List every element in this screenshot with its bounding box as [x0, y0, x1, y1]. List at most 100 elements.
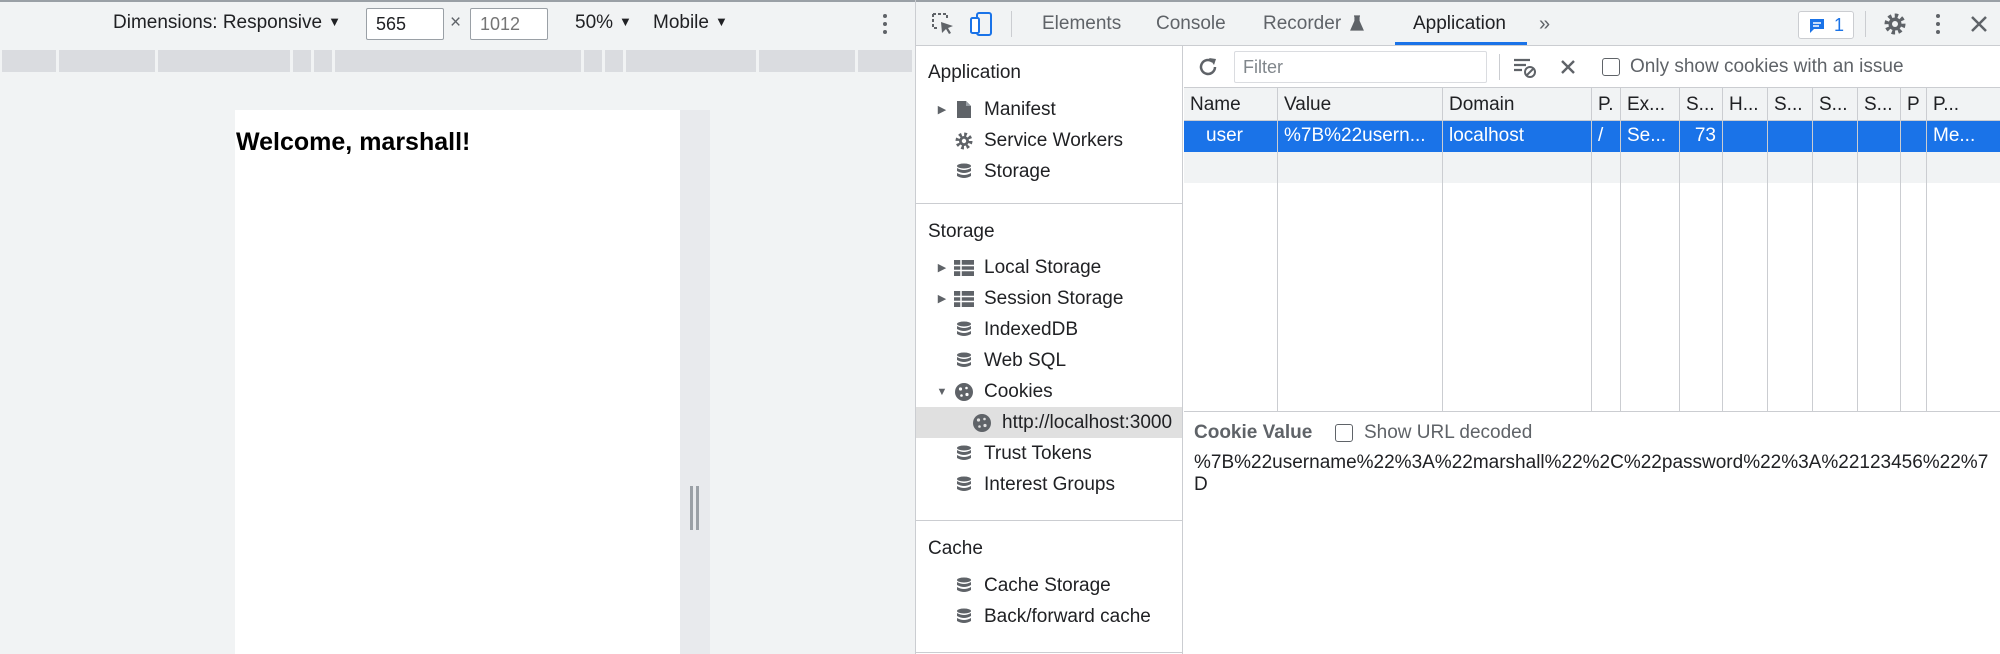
devtools-menu-icon[interactable] — [1931, 8, 1945, 40]
application-sidebar: Application ▶ Manifest Service Workers S… — [916, 46, 1183, 654]
active-tab-indicator — [1395, 42, 1527, 45]
device-type-dropdown[interactable]: Mobile ▼ — [653, 12, 728, 34]
zoom-label: 50% — [575, 12, 614, 33]
media-query-segment[interactable] — [314, 50, 332, 72]
column-header[interactable]: S... — [1858, 88, 1901, 121]
toolbar-divider — [1499, 54, 1500, 80]
devtools-panel: Elements Console Recorder Application » … — [916, 0, 2000, 654]
width-input[interactable] — [366, 8, 444, 40]
sidebar-item-label: Storage — [984, 160, 1051, 182]
dimensions-dropdown[interactable]: Dimensions: Responsive ▼ — [113, 12, 341, 34]
filter-input[interactable] — [1234, 51, 1487, 83]
collapse-arrow-icon[interactable]: ▼ — [930, 386, 954, 398]
media-query-segment[interactable] — [605, 50, 623, 72]
sidebar-item-label: Web SQL — [984, 349, 1067, 371]
media-query-segment[interactable] — [759, 50, 855, 72]
media-query-segment[interactable] — [158, 50, 290, 72]
section-heading-cache: Cache — [928, 538, 983, 559]
tab-console[interactable]: Console — [1156, 13, 1226, 35]
expand-arrow-icon[interactable]: ▶ — [930, 261, 954, 274]
media-query-bar[interactable] — [0, 48, 915, 74]
database-icon — [954, 576, 974, 596]
column-header[interactable]: S... — [1768, 88, 1813, 121]
clear-filtered-icon[interactable] — [1512, 55, 1538, 79]
table-cell — [1723, 121, 1768, 152]
sidebar-item-cookie-origin[interactable]: http://localhost:3000 — [916, 407, 1182, 438]
more-options-icon[interactable] — [878, 8, 892, 40]
gear-icon[interactable] — [1882, 11, 1908, 37]
column-header[interactable]: Ex... — [1621, 88, 1680, 121]
only-issue-checkbox[interactable] — [1602, 58, 1620, 76]
column-header[interactable]: P... — [1927, 88, 2000, 121]
sidebar-item-back-forward-cache[interactable]: Back/forward cache — [916, 601, 1182, 632]
show-url-decoded-checkbox[interactable] — [1335, 424, 1353, 442]
sidebar-item-label: Cookies — [984, 380, 1053, 402]
database-icon — [954, 607, 974, 627]
welcome-heading: Welcome, marshall! — [236, 128, 471, 156]
tab-recorder-label: Recorder — [1263, 13, 1342, 34]
cookie-value-title: Cookie Value — [1194, 422, 1313, 443]
sidebar-item-cache-storage[interactable]: Cache Storage — [916, 570, 1182, 601]
refresh-icon[interactable] — [1196, 55, 1220, 79]
cookie-toolbar: Only show cookies with an issue — [1184, 46, 2000, 88]
close-devtools-icon[interactable] — [1966, 11, 1992, 37]
sidebar-item-cookies[interactable]: ▼ Cookies — [916, 376, 1182, 407]
section-divider — [916, 203, 1183, 204]
tab-elements[interactable]: Elements — [1042, 13, 1121, 35]
devtools-tabbar: Elements Console Recorder Application » … — [916, 2, 2000, 46]
clear-all-icon[interactable] — [1558, 57, 1578, 77]
caret-down-icon: ▼ — [619, 14, 632, 29]
column-header[interactable]: S... — [1680, 88, 1723, 121]
column-header[interactable]: H... — [1723, 88, 1768, 121]
media-query-segment[interactable] — [293, 50, 311, 72]
sidebar-item-session-storage[interactable]: ▶ Session Storage — [916, 283, 1182, 314]
sidebar-item-interest-groups[interactable]: Interest Groups — [916, 469, 1182, 500]
database-icon — [954, 444, 974, 464]
sidebar-item-trust-tokens[interactable]: Trust Tokens — [916, 438, 1182, 469]
section-heading-storage: Storage — [928, 221, 995, 242]
caret-down-icon: ▼ — [714, 14, 728, 29]
sidebar-item-local-storage[interactable]: ▶ Local Storage — [916, 252, 1182, 283]
media-query-segment[interactable] — [335, 50, 581, 72]
issues-badge[interactable]: 1 — [1798, 11, 1854, 39]
column-header[interactable]: Value — [1278, 88, 1443, 121]
expand-arrow-icon[interactable]: ▶ — [930, 103, 954, 116]
times-symbol: × — [450, 12, 462, 33]
media-query-segment[interactable] — [59, 50, 155, 72]
message-icon — [1809, 18, 1824, 33]
zoom-dropdown[interactable]: 50% ▼ — [575, 12, 632, 34]
column-header[interactable]: P. — [1592, 88, 1621, 121]
media-query-segment[interactable] — [2, 50, 56, 72]
tab-application[interactable]: Application — [1413, 13, 1506, 35]
sidebar-item-service-workers[interactable]: Service Workers — [916, 125, 1182, 156]
toolbar-divider — [1865, 11, 1866, 37]
media-query-segment[interactable] — [626, 50, 756, 72]
sidebar-item-web-sql[interactable]: Web SQL — [916, 345, 1182, 376]
database-icon — [954, 475, 974, 495]
column-header[interactable]: S... — [1813, 88, 1858, 121]
table-cell: Me... — [1933, 125, 1976, 146]
resize-handle[interactable] — [688, 486, 700, 530]
emulated-viewport: Welcome, marshall! — [235, 110, 680, 654]
column-header[interactable]: Name — [1184, 88, 1278, 121]
sidebar-item-storage[interactable]: Storage — [916, 156, 1182, 187]
sidebar-item-indexeddb[interactable]: IndexedDB — [916, 314, 1182, 345]
tab-recorder[interactable]: Recorder — [1263, 13, 1365, 35]
sidebar-item-manifest[interactable]: ▶ Manifest — [916, 94, 1182, 125]
more-tabs-icon[interactable]: » — [1539, 13, 1550, 36]
sidebar-item-label: Back/forward cache — [984, 605, 1151, 627]
database-icon — [954, 351, 974, 371]
only-issue-label: Only show cookies with an issue — [1630, 56, 1904, 77]
table-cell: %7B%22usern... — [1278, 121, 1443, 152]
height-input[interactable] — [470, 8, 548, 40]
device-toggle-icon[interactable] — [969, 11, 995, 37]
section-divider — [916, 520, 1183, 521]
table-cell: localhost — [1443, 121, 1592, 152]
inspect-element-icon[interactable] — [930, 11, 956, 37]
column-header[interactable]: P — [1901, 88, 1927, 121]
expand-arrow-icon[interactable]: ▶ — [930, 292, 954, 305]
media-query-segment[interactable] — [584, 50, 602, 72]
media-query-segment[interactable] — [858, 50, 912, 72]
cookie-value-text[interactable]: %7B%22username%22%3A%22marshall%22%2C%22… — [1194, 452, 1994, 496]
column-header[interactable]: Domain — [1443, 88, 1592, 121]
